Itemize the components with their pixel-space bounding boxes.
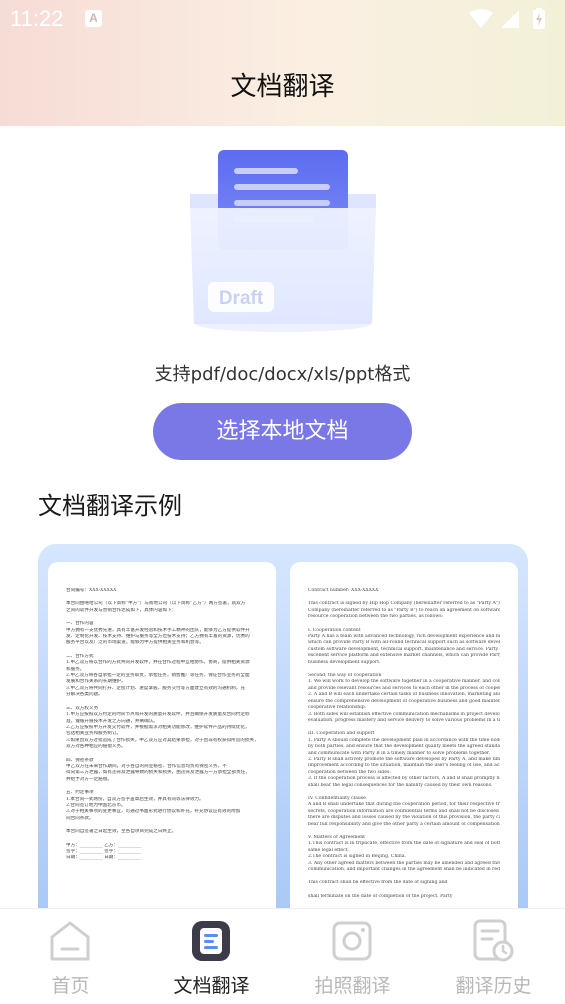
status-icons [469,8,545,29]
doc-text-line: 2. A and B will each undertake certain t… [308,692,500,698]
doc-text-line: 1.甲方应按照双方约定的时间节点和开发的质量开发软件，并且确保开发质量及合同约定… [66,712,250,718]
nav-label-photo-translate: 拍照翻译 [314,975,391,997]
header: 11:22 A 文档翻译 [0,0,565,126]
doc-text-line: shall bear the legal consequences for th… [308,782,493,788]
document-icon [192,921,230,961]
notification-letter: A [89,11,98,25]
doc-text-line: A and B shall undertake that during the … [308,802,500,808]
nav-item-translation-history[interactable]: 翻译历史 [423,909,564,1004]
doc-text-line: excellent service platform and extensive… [308,653,500,659]
page-title: 文档翻译 [230,72,335,102]
wifi-icon [469,9,493,28]
translated-document-preview: Contract number: XXX-XXXXX This contract … [290,562,518,924]
battery-icon [533,8,545,29]
doc-spacer [308,873,500,880]
draft-badge: Draft [219,288,264,309]
signal-icon [501,10,519,28]
status-bar: 11:22 A [0,0,565,38]
home-icon [50,921,90,961]
doc-text-line: 1.甲乙双方将以合作的方式共同开发软件，并在合作过程中互相协作，协商，提供相关资… [66,660,250,666]
original-document-preview: 合同编号：XXX-XXXXX 本合同由嘻哈公司（以下简称“甲方”）与南地公司（以下… [48,562,276,924]
nav-item-photo-translate[interactable]: 拍照翻译 [282,909,423,1004]
doc-text-line: shall terminate on the date of completio… [308,893,453,899]
doc-spacer [66,699,258,706]
nav-label-translation-history: 翻译历史 [455,975,532,997]
doc-spacer [308,594,500,601]
doc-spacer [66,751,258,758]
doc-spacer [66,647,258,654]
nav-label-document-translate: 文档翻译 [173,975,250,997]
doc-text-line: and communicate with Party B in a timely… [308,750,491,756]
doc-text-line: 1. We will work to develop the software … [308,679,500,685]
select-local-document-button[interactable]: 选择本地文档 [153,403,412,460]
doc-text-line: which can provide Party B with all-round… [308,640,500,646]
doc-text-line: evaluation, progress mastery and service… [308,717,500,723]
camera-icon [332,921,372,961]
examples-section-title: 文档翻译示例 [38,492,182,520]
doc-spacer [308,789,500,796]
doc-text-line: 3.对于相关事项的变更事宜，可通过书面形式进行协议和补充，补充协议应有效的附加 [66,809,241,815]
bottom-navigation: 首页 文档翻译 拍照翻译 翻译历史 [0,908,565,1004]
doc-text-line: 1.This contract is in triplicate, effect… [308,841,500,847]
doc-spacer [66,594,258,601]
doc-text-line: by both parties, and ensure that the dev… [308,744,500,750]
doc-spacer [66,783,258,790]
doc-text-line: 3. If the cooperation process is affecte… [308,776,500,782]
nav-item-document-translate[interactable]: 文档翻译 [141,909,282,1004]
doc-text-line: 得向第三方泄露，如有违背及泄露导致的损失和损失，由违背及泄露方一方承担全部责任， [66,770,250,776]
doc-spacer [308,724,500,731]
doc-spacer [308,887,500,894]
translation-example-card[interactable]: 合同编号：XXX-XXXXX 本合同由嘻哈公司（以下简称“甲方”）与南地公司（以下… [38,544,528,924]
doc-spacer [308,828,500,835]
doc-text-line: 3. Both sides will establish effective c… [308,711,500,717]
doc-text-line: 日期：__________ 日期：__________ [66,855,141,861]
nav-label-home: 首页 [51,975,90,997]
doc-text-line: bear full responsibility and give the ot… [308,821,500,827]
supported-formats-text: 支持pdf/doc/docx/xls/ppt格式 [154,364,411,385]
nav-item-home[interactable]: 首页 [0,909,141,1004]
status-time: 11:22 [10,6,64,31]
doc-text-line: improvement according to the situation, … [308,763,500,769]
doc-spacer [66,822,258,829]
doc-spacer [308,666,500,673]
notification-icon: A [85,10,102,27]
folder-illustration: Draft [190,150,376,332]
history-icon [473,919,514,962]
doc-text-line: 本合同由嘻哈公司（以下简称“甲方”）与南地公司（以下简称“乙方”）两方签署，就双… [66,601,246,607]
doc-text-line: communication, and important changes in … [308,867,500,873]
doc-text-line: This contract is signed by Hip Hop Compa… [308,601,500,607]
doc-spacer [66,836,258,843]
doc-text-line: there are disputes and losses caused by … [308,815,500,821]
doc-spacer [66,614,258,621]
doc-spacer [308,621,500,628]
